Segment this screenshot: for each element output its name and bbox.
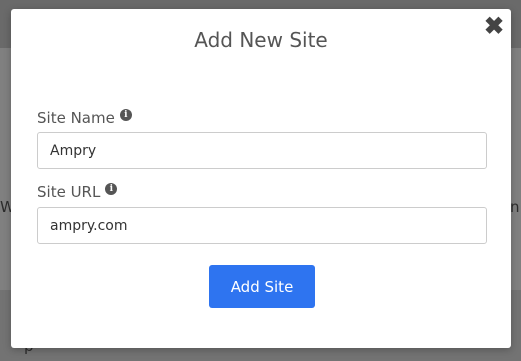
modal-title: Add New Site: [194, 28, 328, 52]
site-url-input[interactable]: [37, 207, 487, 244]
site-name-input[interactable]: [37, 132, 487, 169]
site-url-label: Site URL i: [37, 183, 118, 201]
site-url-label-text: Site URL: [37, 183, 101, 201]
site-name-label-text: Site Name: [37, 109, 115, 127]
add-site-modal: ✖ Add New Site Site Name i Site URL i Ad…: [11, 9, 511, 348]
add-site-button[interactable]: Add Site: [209, 265, 315, 308]
background-text-right: n: [510, 198, 520, 216]
info-icon[interactable]: i: [105, 183, 118, 195]
site-name-label: Site Name i: [37, 109, 132, 127]
info-icon[interactable]: i: [119, 109, 132, 121]
